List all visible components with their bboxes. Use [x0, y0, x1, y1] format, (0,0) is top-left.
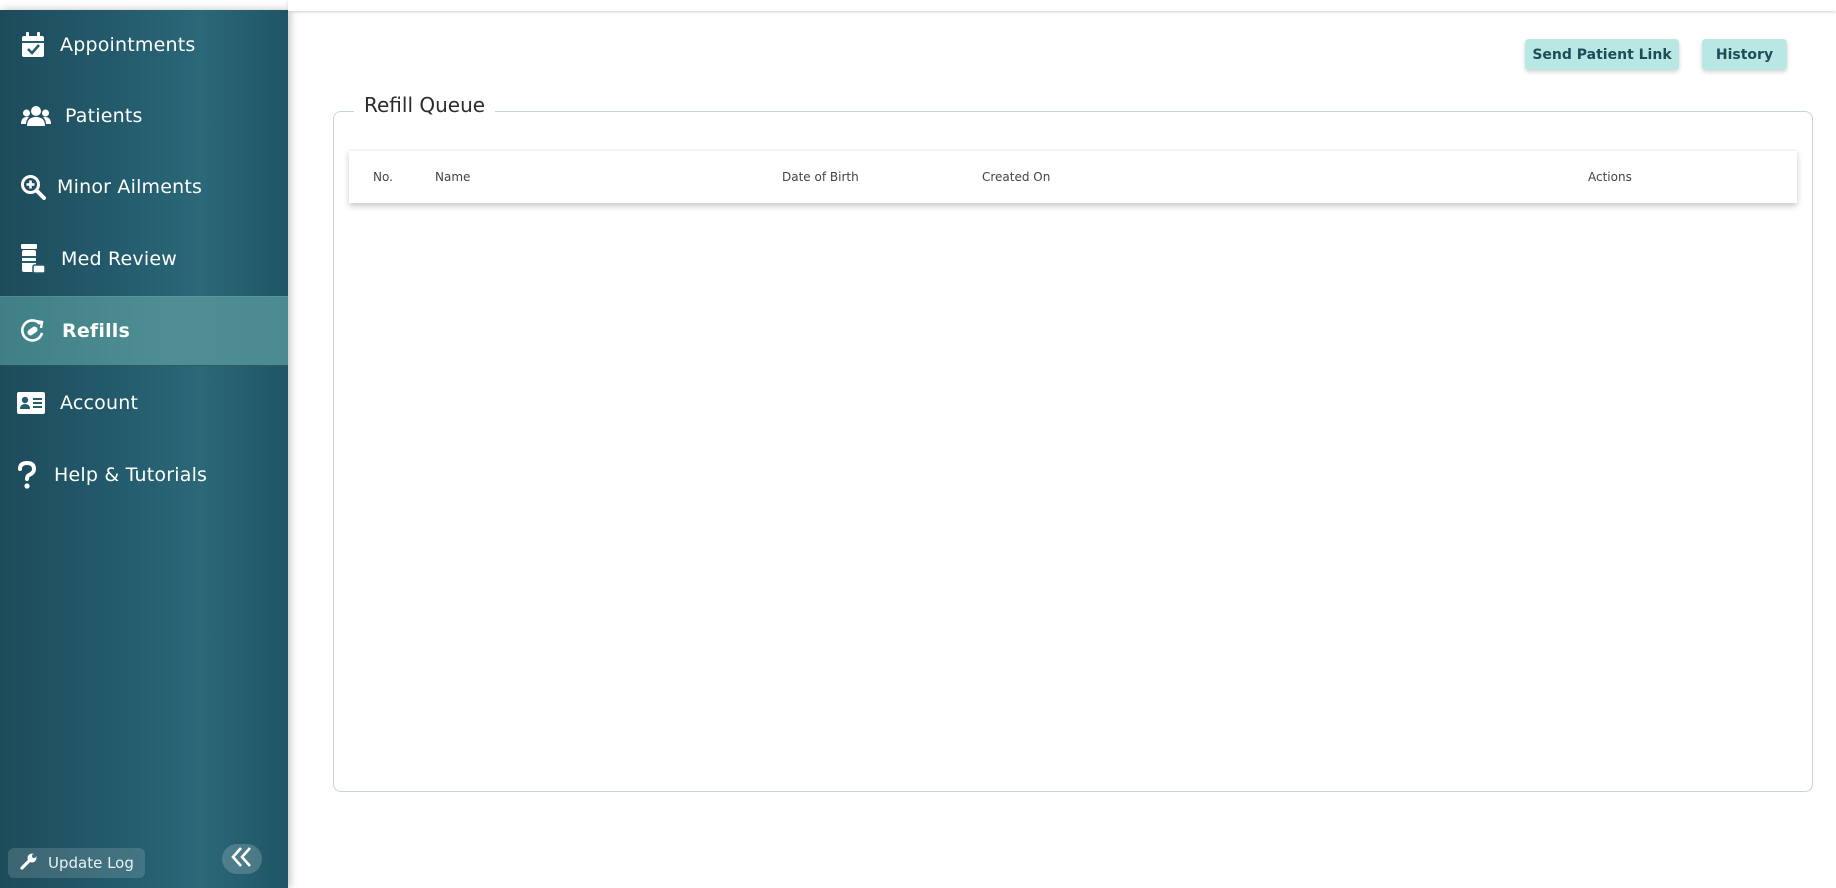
panel-title: Refill Queue	[354, 93, 496, 117]
sidebar-item-label: Med Review	[61, 248, 177, 270]
column-header-no[interactable]: No.	[373, 170, 393, 184]
sidebar-item-appointments[interactable]: Appointments	[0, 10, 288, 80]
sidebar-item-label: Account	[60, 392, 139, 414]
sidebar-item-help-tutorials[interactable]: Help & Tutorials	[0, 440, 288, 510]
sidebar-item-account[interactable]: Account	[0, 368, 288, 438]
wrench-icon	[20, 852, 38, 874]
sidebar-item-patients[interactable]: Patients	[0, 81, 288, 151]
update-log-label: Update Log	[48, 854, 134, 872]
sidebar-item-label: Appointments	[60, 34, 196, 56]
history-button[interactable]: History	[1702, 39, 1787, 70]
sidebar-item-label: Refills	[62, 320, 131, 342]
id-card-icon	[16, 388, 46, 418]
top-bar	[288, 0, 1836, 11]
column-header-actions[interactable]: Actions	[1588, 170, 1632, 184]
update-log-button[interactable]: Update Log	[8, 848, 145, 878]
question-icon	[12, 460, 42, 490]
column-header-date-of-birth[interactable]: Date of Birth	[782, 170, 859, 184]
refill-cycle-icon	[17, 316, 47, 346]
users-icon	[21, 101, 51, 131]
refill-queue-panel: Refill Queue	[333, 93, 1813, 792]
sidebar-item-label: Help & Tutorials	[54, 464, 208, 486]
sidebar-item-minor-ailments[interactable]: Minor Ailments	[0, 152, 288, 222]
sidebar-item-label: Minor Ailments	[57, 176, 203, 198]
table-header: No. Name Date of Birth Created On Action…	[349, 150, 1797, 203]
sidebar: Appointments Patients Minor Ailments Med…	[0, 10, 288, 888]
calendar-check-icon	[18, 30, 48, 60]
double-chevron-left-icon	[230, 846, 254, 872]
sidebar-item-refills[interactable]: Refills	[0, 296, 288, 366]
send-patient-link-button[interactable]: Send Patient Link	[1525, 39, 1679, 70]
column-header-created-on[interactable]: Created On	[982, 170, 1050, 184]
search-plus-icon	[18, 172, 48, 202]
prescription-bottle-icon	[17, 244, 47, 274]
column-header-name[interactable]: Name	[435, 170, 470, 184]
sidebar-item-label: Patients	[65, 105, 143, 127]
sidebar-item-med-review[interactable]: Med Review	[0, 224, 288, 294]
collapse-sidebar-button[interactable]	[222, 844, 262, 874]
